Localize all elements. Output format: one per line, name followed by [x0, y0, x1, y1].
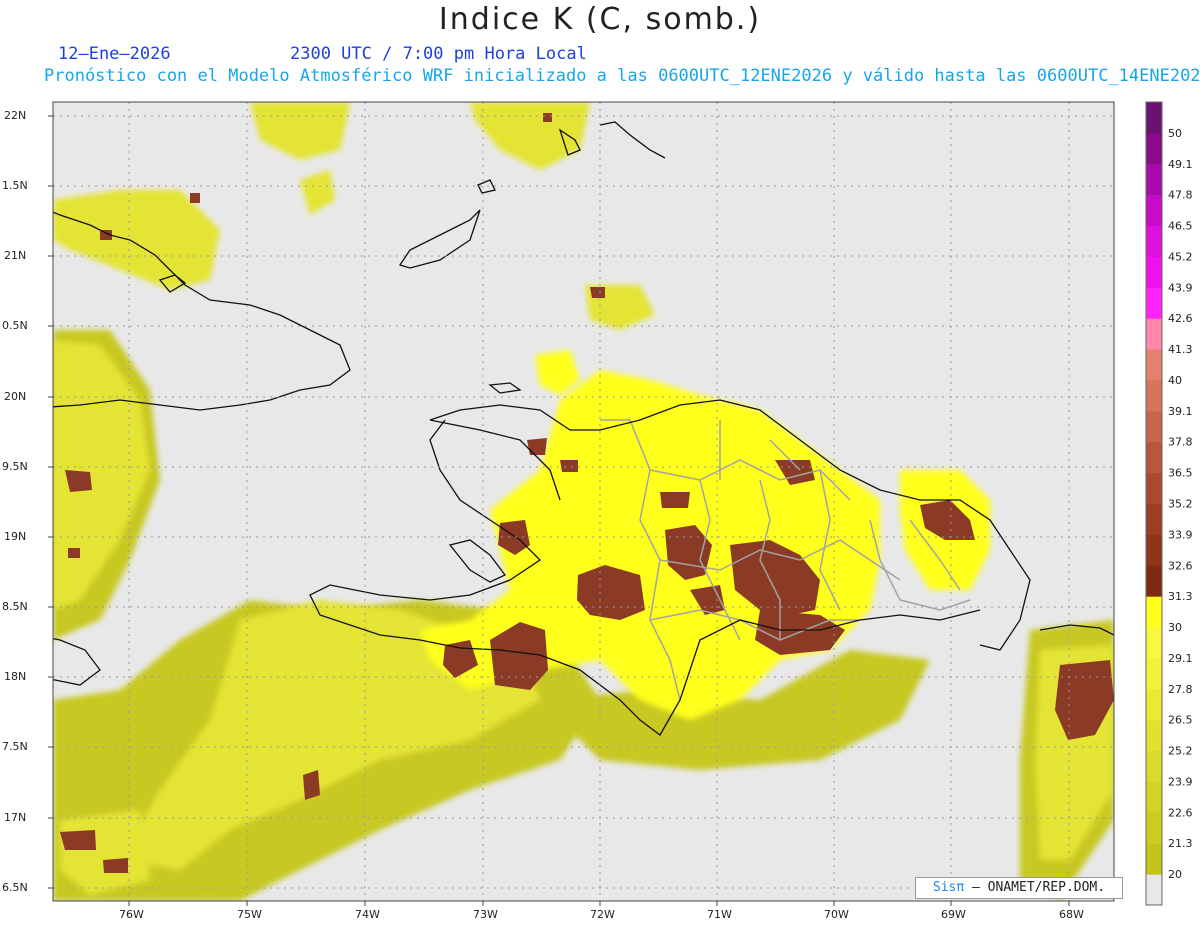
- colorbar-swatch: [1146, 194, 1162, 227]
- lat-label: 1.5N: [2, 179, 28, 192]
- colorbar-swatch: [1146, 318, 1162, 350]
- colorbar-tick-label: 26.5: [1168, 714, 1193, 727]
- lat-label: 7.5N: [2, 740, 28, 753]
- colorbar-tick-label: 22.6: [1168, 806, 1193, 819]
- colorbar-swatch: [1146, 719, 1162, 752]
- colorbar: 50 49.1 47.8 46.5 45.2 43.9 42.6 41.3 40 39.1 37.8…: [1145, 101, 1193, 906]
- colorbar-tick-label: 30: [1168, 621, 1182, 634]
- colorbar-swatch: [1146, 102, 1162, 134]
- sispi-logo: Sisπ: [932, 880, 965, 895]
- colorbar-tick-label: 31.3: [1168, 590, 1193, 603]
- colorbar-tick-label: 29.1: [1168, 652, 1193, 665]
- colorbar-tick-label: 39.1: [1168, 405, 1193, 418]
- colorbar-tick-label: 32.6: [1168, 559, 1193, 572]
- colorbar-tick-label: 23.9: [1168, 775, 1193, 788]
- colorbar-swatch: [1146, 349, 1162, 381]
- lon-label: 75W: [237, 908, 262, 921]
- colorbar-tick-label: 37.8: [1168, 436, 1193, 449]
- colorbar-tick-label: 33.9: [1168, 528, 1193, 541]
- colorbar-swatch: [1146, 472, 1162, 504]
- colorbar-swatch: [1146, 287, 1162, 319]
- lon-label: 70W: [824, 908, 849, 921]
- colorbar-tick-label: 46.5: [1168, 220, 1193, 233]
- k-index-map: 50 49.1 47.8 46.5 45.2 43.9 42.6 41.3 40 39.1 37.8…: [48, 101, 1193, 906]
- colorbar-swatch: [1146, 256, 1162, 288]
- colorbar-swatch: [1146, 874, 1162, 906]
- lat-label: 9.5N: [2, 460, 28, 473]
- colorbar-tick-label: 42.6: [1168, 312, 1193, 325]
- colorbar-swatch: [1146, 225, 1162, 257]
- colorbar-swatch: [1146, 163, 1162, 196]
- lat-label: 19N: [4, 530, 27, 543]
- colorbar-swatch: [1146, 596, 1162, 628]
- lon-label: 72W: [590, 908, 615, 921]
- credit-text: – ONAMET/REP.DOM.: [964, 880, 1106, 895]
- lon-label: 73W: [473, 908, 498, 921]
- colorbar-swatch: [1146, 534, 1162, 566]
- colorbar-swatch: [1146, 781, 1162, 813]
- colorbar-tick-label: 36.5: [1168, 467, 1193, 480]
- colorbar-swatch: [1146, 750, 1162, 782]
- lat-label: 21N: [4, 249, 27, 262]
- colorbar-tick-label: 27.8: [1168, 683, 1193, 696]
- colorbar-swatch: [1146, 843, 1162, 875]
- colorbar-tick-label: 49.1: [1168, 158, 1193, 171]
- colorbar-tick-label: 50: [1168, 127, 1182, 140]
- credit-box: Sisπ – ONAMET/REP.DOM.: [915, 877, 1123, 899]
- colorbar-tick-label: 45.2: [1168, 250, 1193, 263]
- lat-label: 20N: [4, 390, 27, 403]
- colorbar-tick-label: 43.9: [1168, 281, 1193, 294]
- lon-label: 69W: [941, 908, 966, 921]
- lon-label: 74W: [355, 908, 380, 921]
- colorbar-swatch: [1146, 410, 1162, 443]
- lat-label: 18N: [4, 670, 27, 683]
- lat-label: 17N: [4, 811, 27, 824]
- colorbar-tick-label: 35.2: [1168, 498, 1193, 511]
- lat-label: 6.5N: [2, 881, 28, 894]
- colorbar-tick-label: 25.2: [1168, 745, 1193, 758]
- colorbar-swatch: [1146, 503, 1162, 535]
- colorbar-swatch: [1146, 627, 1162, 659]
- lon-label: 76W: [119, 908, 144, 921]
- colorbar-swatch: [1146, 812, 1162, 844]
- colorbar-swatch: [1146, 688, 1162, 721]
- colorbar-swatch: [1146, 657, 1162, 690]
- colorbar-swatch: [1146, 379, 1162, 412]
- colorbar-tick-label: 40: [1168, 374, 1182, 387]
- colorbar-tick-label: 47.8: [1168, 189, 1193, 202]
- colorbar-swatch: [1146, 565, 1162, 597]
- colorbar-swatch: [1146, 132, 1162, 165]
- colorbar-tick-label: 21.3: [1168, 837, 1193, 850]
- lat-label: 0.5N: [2, 319, 28, 332]
- lon-label: 71W: [707, 908, 732, 921]
- lat-label: 22N: [4, 109, 27, 122]
- colorbar-swatch: [1146, 441, 1162, 474]
- lat-label: 8.5N: [2, 600, 28, 613]
- colorbar-tick-label: 41.3: [1168, 343, 1193, 356]
- lon-label: 68W: [1059, 908, 1084, 921]
- colorbar-tick-label: 20: [1168, 868, 1182, 881]
